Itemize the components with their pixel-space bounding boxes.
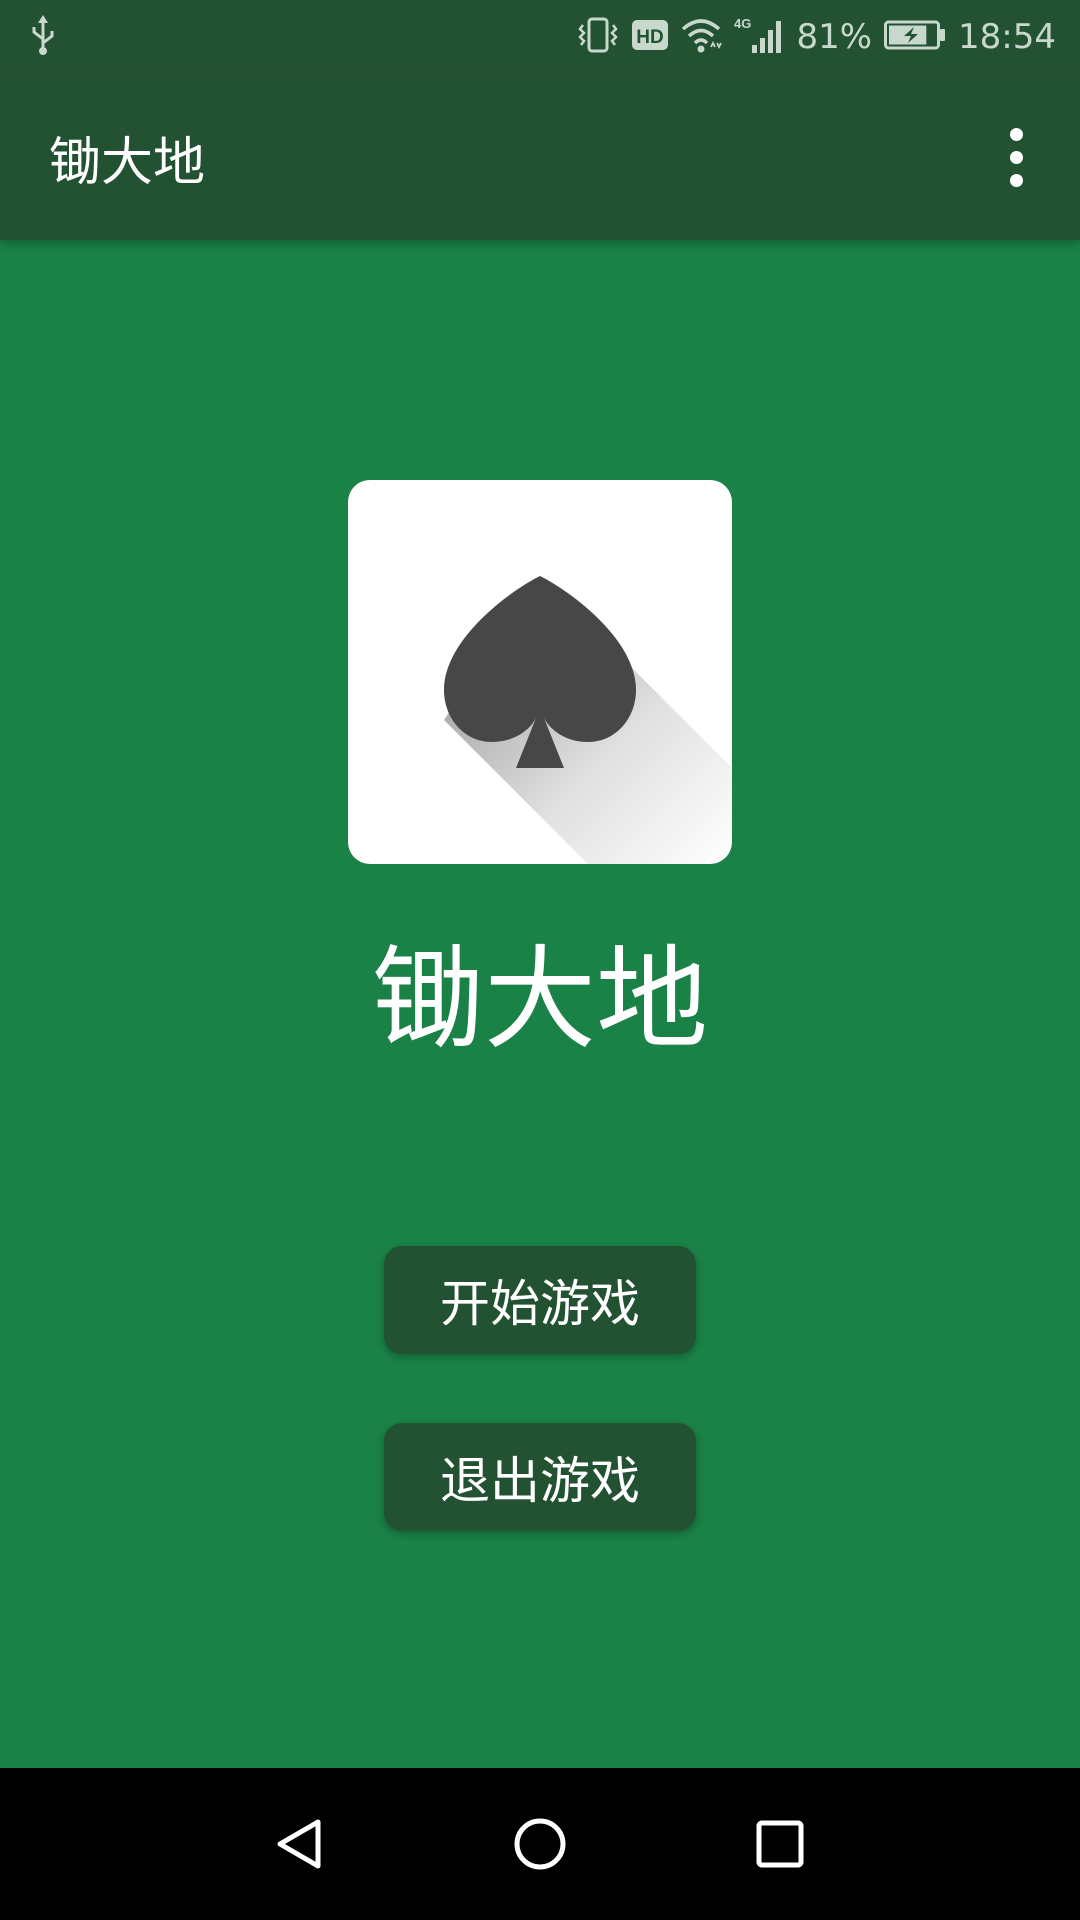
hd-label: HD: [637, 27, 664, 48]
hd-icon: HD: [632, 18, 669, 56]
navigation-bar: [0, 1768, 1080, 1920]
app-bar: 锄大地: [0, 74, 1080, 240]
usb-icon: [30, 15, 56, 59]
menu-dot: [1009, 173, 1023, 187]
battery-charging-icon: [884, 20, 946, 54]
status-bar-right: HD 4G 81% 18:54: [576, 15, 1056, 59]
app-bar-title: 锄大地: [49, 132, 206, 193]
game-title: 锄大地: [372, 935, 708, 1065]
network-label: 4G: [734, 16, 751, 31]
exit-game-button[interactable]: 退出游戏: [384, 1423, 696, 1531]
main-screen: HD 4G 81% 18:54 锄大地 锄大地 开始游戏 退出游戏: [0, 0, 1080, 1920]
status-bar-left: [30, 15, 576, 59]
vibrate-icon: [576, 15, 620, 59]
start-game-button[interactable]: 开始游戏: [384, 1246, 696, 1354]
clock: 18:54: [958, 17, 1056, 57]
menu-dot: [1009, 127, 1023, 141]
home-circle-icon[interactable]: [490, 1794, 590, 1894]
app-logo: [348, 480, 732, 864]
back-triangle-icon[interactable]: [250, 1794, 350, 1894]
battery-percent: 81%: [796, 17, 873, 57]
status-bar: HD 4G 81% 18:54: [0, 0, 1080, 74]
menu-dot: [1009, 150, 1023, 164]
recents-square-icon[interactable]: [730, 1794, 830, 1894]
4g-signal-icon: 4G: [734, 15, 784, 59]
wifi-icon: [680, 17, 723, 57]
spade-icon: [444, 576, 732, 864]
more-vert-icon[interactable]: [986, 112, 1046, 202]
